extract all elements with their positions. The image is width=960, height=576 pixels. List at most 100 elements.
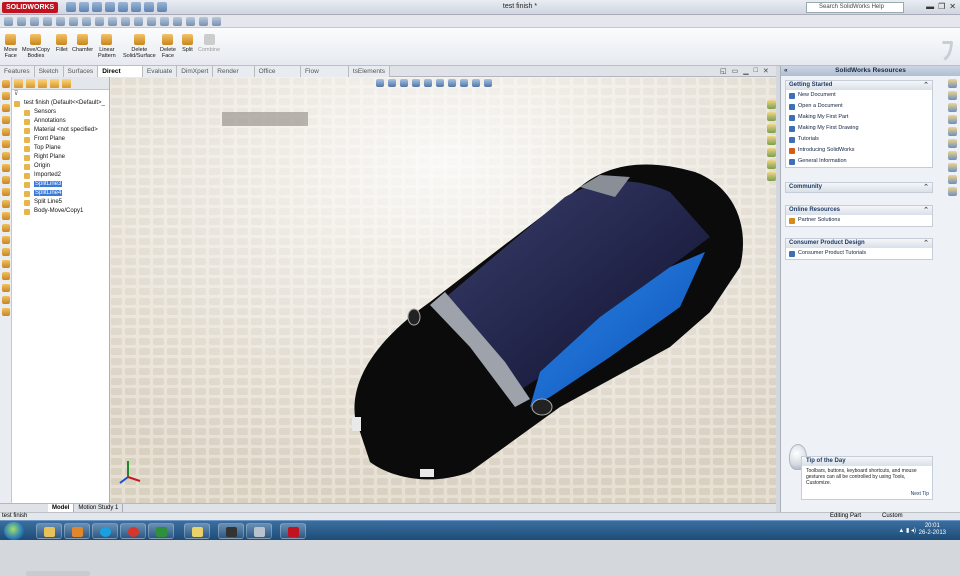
edit-appearance-icon[interactable]	[460, 79, 468, 87]
solidworks-logo[interactable]: SOLIDWORKS	[2, 2, 59, 13]
tab-sketch[interactable]: Sketch	[34, 66, 64, 77]
previous-view-icon[interactable]	[400, 79, 408, 87]
file-explorer-icon[interactable]	[767, 124, 776, 133]
wrap-icon[interactable]	[2, 308, 10, 316]
hole-icon[interactable]	[2, 152, 10, 160]
restore-doc-icon[interactable]: ◱	[720, 67, 727, 75]
extrude-icon[interactable]	[2, 104, 10, 112]
collapse-pane-icon[interactable]: «	[784, 66, 788, 76]
section-header[interactable]: Online Resources ⌃	[786, 206, 932, 215]
explorer-icon[interactable]	[948, 103, 957, 112]
split-button[interactable]: Split	[182, 34, 193, 53]
pan-icon[interactable]	[30, 16, 39, 26]
tree-node[interactable]: Imported2	[12, 171, 109, 180]
dimxpert-manager-tab-icon[interactable]	[50, 79, 59, 88]
display-manager-tab-icon[interactable]	[62, 79, 71, 88]
tree-node[interactable]: Right Plane	[12, 153, 109, 162]
line-icon[interactable]	[199, 16, 208, 26]
filter-icon[interactable]: ⊽	[12, 90, 109, 99]
sketch-icon[interactable]	[173, 16, 182, 26]
rib-icon[interactable]	[2, 176, 10, 184]
open-icon[interactable]	[79, 2, 89, 12]
wireframe-icon[interactable]	[160, 16, 169, 26]
tab-render-tools[interactable]: Render Tools	[213, 66, 255, 84]
surface-icon[interactable]	[2, 260, 10, 268]
new-icon[interactable]	[66, 2, 76, 12]
collapse-chevron-icon[interactable]: ⌃	[923, 183, 929, 192]
palette-icon[interactable]	[948, 115, 957, 124]
section-header[interactable]: Community ⌃	[786, 183, 932, 192]
sketch-icon[interactable]	[2, 92, 10, 100]
forum-icon[interactable]	[948, 151, 957, 160]
link-consumer-tutorials[interactable]: Consumer Product Tutorials	[786, 248, 932, 259]
search-icon[interactable]	[767, 136, 776, 145]
tree-node[interactable]: Front Plane	[12, 135, 109, 144]
tab-office-products[interactable]: Office Products	[254, 66, 302, 84]
resources-icon[interactable]	[948, 79, 957, 88]
status-units[interactable]: Custom	[882, 513, 903, 520]
scene-icon[interactable]	[108, 16, 117, 26]
maximize-doc-icon[interactable]: □	[754, 67, 758, 75]
library-icon[interactable]	[948, 91, 957, 100]
chamfer-button[interactable]: Chamfer	[72, 34, 93, 53]
feature-icon[interactable]	[2, 80, 10, 88]
taskbar-chrome[interactable]	[120, 523, 146, 539]
close-icon[interactable]: ✕	[949, 2, 956, 11]
tab-evaluate[interactable]: Evaluate	[142, 66, 178, 77]
shell-icon[interactable]	[2, 164, 10, 172]
taskbar-notes[interactable]	[184, 523, 210, 539]
view-orientation-icon[interactable]	[56, 16, 65, 26]
smart-dimension-icon[interactable]	[186, 16, 195, 26]
options-icon[interactable]	[157, 2, 167, 12]
restore-icon[interactable]: ❐	[938, 2, 945, 11]
tree-node[interactable]: SplitLine3	[12, 180, 109, 189]
taskbar-dark-app[interactable]	[218, 523, 244, 539]
delete-solid-surface-button[interactable]: Delete Solid/Surface	[123, 34, 156, 59]
view-palette-icon[interactable]	[767, 148, 776, 157]
rebuild-icon[interactable]	[144, 2, 154, 12]
undo-icon[interactable]	[118, 2, 128, 12]
tree-node[interactable]: Origin	[12, 162, 109, 171]
link-partner-solutions[interactable]: Partner Solutions	[786, 215, 932, 226]
system-tray[interactable]: ▲ ▮ ◂)	[898, 527, 916, 534]
render-icon[interactable]	[948, 175, 957, 184]
appearance-icon[interactable]	[948, 127, 957, 136]
view-orientation-icon[interactable]	[424, 79, 432, 87]
taskbar-media[interactable]	[64, 523, 90, 539]
tab-flow-simulation[interactable]: Flow Simulation	[301, 66, 349, 84]
tab-motion-study[interactable]: Motion Study 1	[74, 504, 124, 512]
link-tutorials[interactable]: Tutorials	[786, 134, 932, 145]
help-search-input[interactable]: Search SolidWorks Help	[806, 2, 904, 13]
link-first-part[interactable]: Making My First Part	[786, 112, 932, 123]
circle-icon[interactable]	[212, 16, 221, 26]
mirror-icon[interactable]	[2, 188, 10, 196]
pattern-icon[interactable]	[2, 200, 10, 208]
minimize-doc-icon[interactable]: ▁	[743, 67, 748, 75]
configuration-manager-tab-icon[interactable]	[38, 79, 47, 88]
link-new-document[interactable]: New Document	[786, 90, 932, 101]
axis-icon[interactable]	[2, 248, 10, 256]
select-icon[interactable]	[131, 2, 141, 12]
close-doc-icon[interactable]: ✕	[763, 67, 769, 75]
sweep-icon[interactable]	[2, 128, 10, 136]
section-view-icon[interactable]	[412, 79, 420, 87]
move-face-button[interactable]: Move Face	[4, 34, 17, 59]
tab-tselements[interactable]: tsElements	[348, 66, 390, 77]
revolve-icon[interactable]	[2, 116, 10, 124]
fillet-button[interactable]: Fillet	[56, 34, 68, 53]
tree-node[interactable]: Split Line5	[12, 198, 109, 207]
hide-show-items-icon[interactable]	[448, 79, 456, 87]
tile-icon[interactable]: ▭	[732, 67, 739, 75]
tab-surfaces[interactable]: Surfaces	[63, 66, 99, 77]
collapse-chevron-icon[interactable]: ⌃	[923, 81, 929, 90]
taskbar-skype[interactable]	[92, 523, 118, 539]
loft-icon[interactable]	[2, 140, 10, 148]
linear-pattern-button[interactable]: Linear Pattern	[98, 34, 116, 59]
collapse-chevron-icon[interactable]: ⌃	[923, 239, 929, 248]
rotate-icon[interactable]	[43, 16, 52, 26]
zoom-fit-icon[interactable]	[4, 16, 13, 26]
property-manager-tab-icon[interactable]	[26, 79, 35, 88]
clock[interactable]: 20:01 26-2-2013	[919, 523, 946, 537]
link-general-info[interactable]: General Information	[786, 156, 932, 167]
properties-icon[interactable]	[948, 139, 957, 148]
